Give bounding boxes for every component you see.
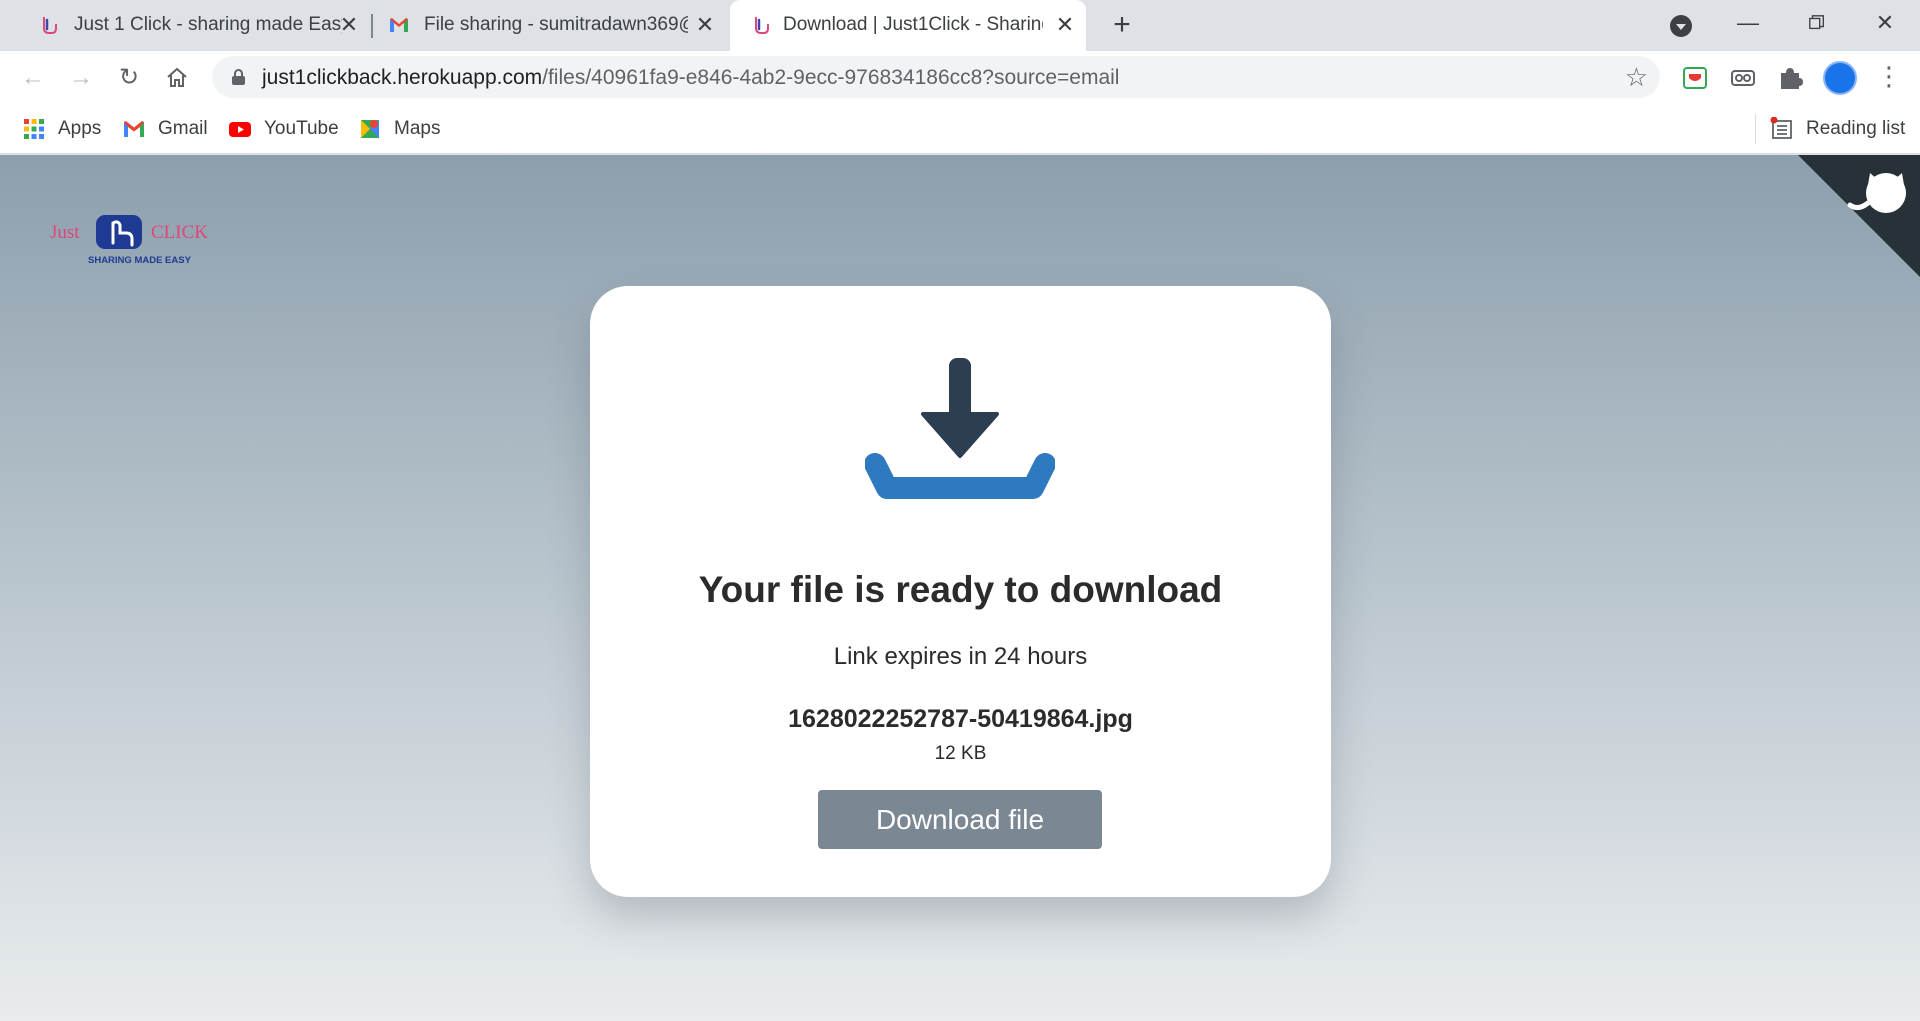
- close-tab-icon[interactable]: ✕: [1054, 14, 1076, 36]
- file-size: 12 KB: [934, 743, 987, 764]
- lock-icon[interactable]: [232, 69, 245, 85]
- chrome-menu-icon[interactable]: ⋮: [1876, 61, 1902, 95]
- youtube-icon: [229, 122, 251, 137]
- reload-icon[interactable]: ↻: [112, 61, 146, 95]
- bookmark-label: Apps: [58, 118, 102, 139]
- extensions-puzzle-icon[interactable]: [1776, 64, 1804, 92]
- tab-download-active[interactable]: Download | Just1Click - Sharing M ✕: [730, 0, 1086, 51]
- maps-icon: [361, 120, 379, 138]
- back-icon[interactable]: ←: [16, 61, 50, 95]
- bookmark-apps[interactable]: Apps: [22, 116, 101, 142]
- url-text[interactable]: just1clickback.herokuapp.com/files/40961…: [262, 66, 1119, 90]
- bookmark-youtube[interactable]: YouTube: [228, 116, 339, 142]
- tab-strip: Just 1 Click - sharing made Easy ✕ File …: [0, 0, 1920, 51]
- url-host: just1clickback.herokuapp.com: [262, 66, 543, 89]
- download-icon: [865, 358, 1055, 499]
- tab-gmail-file-sharing[interactable]: File sharing - sumitradawn369@g ✕: [372, 0, 728, 51]
- just1click-favicon-icon: [755, 17, 769, 34]
- pocket-extension-icon[interactable]: [1681, 64, 1709, 92]
- bookmark-gmail[interactable]: Gmail: [122, 116, 208, 142]
- file-name: 1628022252787-50419864.jpg: [788, 705, 1133, 733]
- apps-grid-icon: [24, 119, 44, 139]
- home-icon[interactable]: [160, 61, 194, 95]
- reading-list-icon: [1770, 117, 1792, 139]
- bookmark-label: Gmail: [158, 118, 208, 139]
- link-expiry-text: Link expires in 24 hours: [833, 643, 1088, 670]
- tab-title: Download | Just1Click - Sharing M: [783, 14, 1043, 35]
- reading-list-button[interactable]: Reading list: [1770, 116, 1905, 142]
- bookmarks-divider: [1755, 114, 1756, 144]
- tab-title: File sharing - sumitradawn369@g: [424, 14, 688, 35]
- page-content: Just CLICK SHARING MADE EASY Your file i…: [0, 155, 1920, 1021]
- github-corner-icon[interactable]: [1798, 155, 1920, 277]
- address-bar[interactable]: just1clickback.herokuapp.com/files/40961…: [212, 56, 1660, 98]
- minimize-icon[interactable]: —: [1728, 8, 1768, 38]
- bookmark-maps[interactable]: Maps: [358, 116, 440, 142]
- gmail-favicon-icon: [390, 18, 408, 32]
- download-card: Your file is ready to download Link expi…: [590, 286, 1331, 897]
- tab-just1click-home[interactable]: Just 1 Click - sharing made Easy ✕: [8, 0, 370, 51]
- tab-title: Just 1 Click - sharing made Easy: [74, 14, 342, 35]
- url-path: /files/40961fa9-e846-4ab2-9ecc-976834186…: [542, 66, 1120, 89]
- download-file-button[interactable]: Download file: [818, 790, 1102, 849]
- bookmark-star-icon[interactable]: ☆: [1625, 62, 1648, 93]
- logo-graphic: Just CLICK SHARING MADE EASY: [50, 215, 208, 266]
- restore-icon[interactable]: [1797, 8, 1837, 38]
- just1click-logo[interactable]: Just CLICK SHARING MADE EASY: [48, 213, 218, 266]
- browser-toolbar: ← → ↻ just1clickback.herokuapp.com/files…: [0, 51, 1920, 104]
- svg-text:Just: Just: [50, 222, 80, 243]
- gmail-icon: [124, 121, 144, 137]
- profile-avatar[interactable]: [1823, 61, 1857, 95]
- svg-text:CLICK: CLICK: [151, 222, 208, 243]
- close-tab-icon[interactable]: ✕: [338, 14, 360, 36]
- tab-search-icon[interactable]: [1670, 15, 1692, 37]
- forward-icon[interactable]: →: [64, 61, 98, 95]
- reader-mode-icon[interactable]: [1729, 64, 1757, 92]
- close-window-icon[interactable]: ✕: [1865, 8, 1905, 38]
- new-tab-icon[interactable]: +: [1108, 10, 1136, 40]
- reading-list-label: Reading list: [1806, 118, 1906, 139]
- svg-text:SHARING MADE EASY: SHARING MADE EASY: [88, 255, 192, 265]
- bookmark-label: Maps: [394, 118, 441, 139]
- bookmarks-bar: Apps Gmail YouTube Maps Reading list: [0, 104, 1920, 154]
- just1click-favicon-icon: [43, 17, 57, 34]
- page-title: Your file is ready to download: [698, 569, 1223, 610]
- bookmark-label: YouTube: [264, 118, 339, 139]
- close-tab-icon[interactable]: ✕: [694, 14, 716, 36]
